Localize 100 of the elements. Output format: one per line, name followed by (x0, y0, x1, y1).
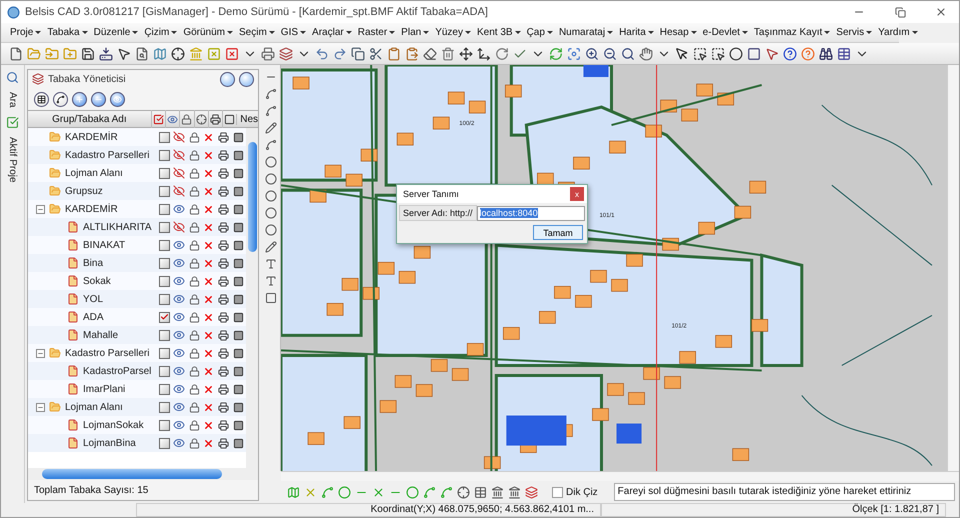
printer-icon[interactable] (218, 258, 230, 268)
printer-icon[interactable] (218, 186, 230, 196)
pointer-icon[interactable] (765, 46, 779, 60)
menu-item[interactable]: Görünüm (180, 27, 236, 38)
file-search-icon[interactable] (135, 46, 149, 60)
layer-checkbox[interactable] (158, 204, 170, 214)
column-header[interactable]: Grup/Tabaka Adı (28, 114, 151, 124)
eye-icon[interactable] (173, 365, 186, 377)
menu-item[interactable]: Araçlar (309, 27, 355, 38)
menu-item[interactable]: GIS (278, 27, 310, 38)
printer-icon[interactable] (218, 384, 230, 394)
layer-checkbox[interactable] (158, 258, 170, 268)
menu-item[interactable]: Çizim (141, 27, 180, 38)
rotate-icon[interactable] (495, 46, 509, 60)
close-square-icon[interactable] (225, 46, 239, 60)
menu-item[interactable]: Harita (616, 27, 657, 38)
tree-view-button[interactable] (34, 92, 49, 106)
layer-name[interactable]: Sokak (83, 276, 111, 286)
map-icon[interactable] (153, 46, 167, 60)
side-tab[interactable]: Ara (7, 90, 18, 110)
lock-icon[interactable] (188, 294, 200, 304)
layer-checkbox[interactable] (158, 168, 170, 178)
collapse-toggle[interactable] (36, 348, 45, 358)
point-icon[interactable] (338, 486, 351, 498)
curve-icon[interactable] (423, 486, 436, 498)
search-icon[interactable] (621, 46, 635, 60)
layer-name[interactable]: Lojman Alanı (65, 168, 123, 178)
eye-icon[interactable] (173, 293, 186, 305)
menu-item[interactable]: Kent 3B (474, 27, 524, 38)
lock-icon[interactable] (188, 330, 200, 340)
lock-icon[interactable] (188, 240, 200, 250)
view-button[interactable] (110, 92, 125, 106)
polyline-icon[interactable] (321, 486, 334, 498)
move-icon[interactable] (459, 46, 473, 60)
cross-icon[interactable] (203, 402, 214, 412)
menu-item[interactable]: Proje (7, 27, 44, 38)
cross-icon[interactable] (203, 438, 214, 448)
circle-icon[interactable] (264, 156, 276, 168)
eye-off-icon[interactable] (173, 149, 186, 161)
cross-icon[interactable] (203, 204, 214, 214)
target-icon[interactable] (457, 486, 470, 498)
polyline-icon[interactable] (264, 88, 276, 100)
menu-item[interactable]: Yardım (875, 27, 921, 38)
circle-icon[interactable] (264, 224, 276, 236)
layer-checkbox[interactable] (158, 330, 170, 340)
cross-icon[interactable] (203, 420, 214, 430)
eye-icon[interactable] (173, 311, 186, 323)
search-icon[interactable] (6, 71, 19, 84)
undo-icon[interactable] (315, 46, 329, 60)
eye-icon[interactable] (173, 437, 186, 449)
printer-icon[interactable] (218, 204, 230, 214)
eye-off-icon[interactable] (173, 167, 186, 179)
printer-icon[interactable] (218, 312, 230, 322)
lock-icon[interactable] (188, 366, 200, 376)
focus-icon[interactable] (567, 46, 581, 60)
layer-checkbox[interactable] (158, 150, 170, 160)
eye-icon[interactable] (173, 203, 186, 215)
cross-icon[interactable] (203, 312, 214, 322)
column-header[interactable]: Nes (236, 114, 258, 124)
crosshair-icon[interactable] (171, 46, 185, 60)
layer-name[interactable]: Grupsuz (65, 186, 103, 196)
printer-icon[interactable] (218, 420, 230, 430)
eye-icon[interactable] (173, 257, 186, 269)
text-icon[interactable] (264, 258, 276, 270)
layer-name[interactable]: KARDEMİR (65, 132, 118, 142)
printer-icon[interactable] (218, 276, 230, 286)
layer-name[interactable]: LojmanSokak (83, 420, 144, 430)
layer-checkbox[interactable] (158, 348, 170, 358)
printer-icon[interactable] (218, 348, 230, 358)
menu-item[interactable]: Taşınmaz Kayıt (750, 27, 834, 38)
eye-icon[interactable] (173, 347, 186, 359)
printer-icon[interactable] (218, 330, 230, 340)
eraser-icon[interactable] (423, 46, 437, 60)
printer-icon[interactable] (218, 294, 230, 304)
cross-icon[interactable] (203, 240, 214, 250)
layer-name[interactable]: KARDEMİR (65, 204, 118, 214)
lock-icon[interactable] (188, 150, 200, 160)
circle-icon[interactable] (729, 46, 743, 60)
arc-icon[interactable] (264, 139, 276, 151)
layer-checkbox[interactable] (158, 312, 170, 322)
eye-icon[interactable] (173, 329, 186, 341)
collapse-toggle[interactable] (36, 402, 45, 412)
circle-icon[interactable] (264, 190, 276, 202)
layer-checkbox[interactable] (158, 276, 170, 286)
cross-icon[interactable] (372, 486, 385, 498)
scrollbar[interactable] (28, 468, 258, 480)
lock-icon[interactable] (188, 420, 200, 430)
pencil-icon[interactable] (264, 122, 276, 134)
menu-item[interactable]: Çap (524, 27, 556, 38)
lock-icon[interactable] (188, 222, 200, 232)
menu-item[interactable]: Numarataj (556, 27, 616, 38)
square-icon[interactable] (747, 46, 761, 60)
layer-name[interactable]: YOL (83, 294, 104, 304)
collapse-toggle[interactable] (36, 204, 45, 214)
layer-name[interactable]: ADA (83, 312, 104, 322)
cross-icon[interactable] (203, 384, 214, 394)
eye-icon[interactable] (173, 383, 186, 395)
layers-icon[interactable] (525, 486, 538, 498)
cross-icon[interactable] (203, 294, 214, 304)
printer-icon[interactable] (218, 366, 230, 376)
